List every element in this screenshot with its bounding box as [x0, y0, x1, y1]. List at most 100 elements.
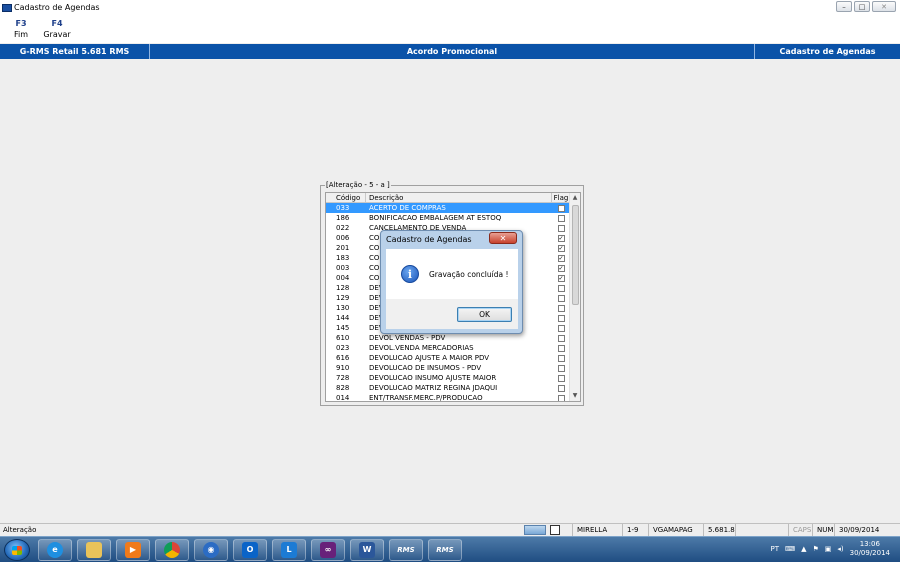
network-tray-icon[interactable]: ▣	[825, 545, 832, 553]
row-description: DEVOLUCAO MATRIZ REGINA JDAQUI	[369, 384, 498, 392]
row-flag: ✓	[552, 263, 570, 273]
status-blank	[735, 524, 788, 536]
row-flag	[552, 363, 570, 373]
table-row[interactable]: 610 DEVOL VENDAS - PDV	[326, 333, 570, 343]
flag-checkbox[interactable]	[557, 314, 565, 322]
status-icons	[524, 525, 572, 535]
taskbar-word[interactable]: W	[350, 538, 384, 561]
fim-key: F3	[15, 19, 27, 28]
table-row[interactable]: 910 DEVOLUCAO DE INSUMOS - PDV	[326, 363, 570, 373]
flag-checkbox[interactable]	[557, 394, 565, 401]
taskbar-rms-2[interactable]: RMS	[428, 538, 462, 561]
dialog-body: i Gravação concluída !	[386, 249, 518, 299]
flag-checkbox[interactable]	[557, 224, 565, 232]
minimize-button[interactable]: –	[836, 1, 852, 12]
flag-checkbox[interactable]	[557, 214, 565, 222]
flag-tray-icon[interactable]: ⚑	[812, 545, 818, 553]
scroll-down-icon[interactable]: ▼	[570, 391, 580, 401]
keyboard-tray-icon[interactable]: ⌨	[785, 545, 795, 553]
flag-checkbox[interactable]: ✓	[557, 254, 565, 262]
row-flag: ✓	[552, 253, 570, 263]
taskbar-visualstudio[interactable]: ∞	[311, 538, 345, 561]
gravar-button[interactable]: F4 Gravar	[42, 15, 72, 43]
visualstudio-icon: ∞	[320, 541, 336, 558]
flag-checkbox[interactable]	[557, 304, 565, 312]
group-legend: [Alteração - 5 - a ]	[325, 181, 391, 189]
document-icon[interactable]	[550, 525, 560, 535]
row-flag	[552, 343, 570, 353]
row-code: 201	[336, 244, 350, 252]
row-code: 004	[336, 274, 350, 282]
vertical-scrollbar[interactable]: ▲ ▼	[569, 193, 580, 401]
tray-expand-icon[interactable]: ▲	[801, 545, 806, 553]
status-program: VGAMAPAG	[648, 524, 703, 536]
scroll-thumb[interactable]	[572, 205, 579, 305]
taskbar-media[interactable]: ▶	[116, 538, 150, 561]
flag-checkbox[interactable]	[557, 384, 565, 392]
clock[interactable]: 13:06 30/09/2014	[850, 540, 890, 558]
row-code: 828	[336, 384, 350, 392]
window-title: Cadastro de Agendas	[14, 3, 100, 12]
row-flag	[552, 213, 570, 223]
flag-checkbox[interactable]	[557, 364, 565, 372]
flag-checkbox[interactable]: ✓	[557, 244, 565, 252]
flag-checkbox[interactable]	[557, 294, 565, 302]
row-code: 022	[336, 224, 350, 232]
start-button[interactable]	[4, 538, 30, 561]
info-icon: i	[401, 265, 419, 283]
restore-button[interactable]: □	[854, 1, 870, 12]
keyboard-icon[interactable]	[524, 525, 546, 535]
flag-checkbox[interactable]: ✓	[557, 264, 565, 272]
taskbar-chrome[interactable]	[155, 538, 189, 561]
rms-label-2: RMS	[436, 545, 454, 554]
taskbar-remote[interactable]: ◉	[194, 538, 228, 561]
language-indicator[interactable]: PT	[770, 545, 779, 553]
table-row[interactable]: 186 BONIFICACAO EMBALAGEM AT ESTOQ	[326, 213, 570, 223]
flag-checkbox[interactable]: ✓	[557, 274, 565, 282]
taskbar-rms-1[interactable]: RMS	[389, 538, 423, 561]
table-row[interactable]: 023 DEVOL.VENDA MERCADORIAS	[326, 343, 570, 353]
row-code: 616	[336, 354, 350, 362]
taskbar-ie[interactable]: e	[38, 538, 72, 561]
clock-date: 30/09/2014	[849, 549, 890, 557]
taskbar-lync[interactable]: L	[272, 538, 306, 561]
table-row[interactable]: 728 DEVOLUCAO INSUMO AJUSTE MAIOR	[326, 373, 570, 383]
flag-checkbox[interactable]	[557, 324, 565, 332]
dialog-close-button[interactable]: ✕	[489, 232, 517, 244]
row-code: 183	[336, 254, 350, 262]
taskbar-outlook[interactable]: O	[233, 538, 267, 561]
flag-checkbox[interactable]	[557, 374, 565, 382]
ok-button[interactable]: OK	[457, 307, 512, 322]
window-titlebar: Cadastro de Agendas – □ ✕	[0, 0, 900, 15]
row-flag	[552, 283, 570, 293]
column-header-desc[interactable]: Descrição	[366, 193, 552, 202]
dialog-footer: OK	[386, 299, 518, 329]
flag-checkbox[interactable]	[557, 204, 565, 212]
table-row[interactable]: 033 ACERTO DE COMPRAS	[326, 203, 570, 213]
row-description: ACERTO DE COMPRAS	[369, 204, 446, 212]
flag-checkbox[interactable]	[557, 354, 565, 362]
row-description: DEVOL.VENDA MERCADORIAS	[369, 344, 474, 352]
flag-checkbox[interactable]	[557, 334, 565, 342]
grid-header: Código Descrição Flag	[326, 193, 580, 203]
header-band: G-RMS Retail 5.681 RMS Acordo Promociona…	[0, 44, 900, 59]
flag-checkbox[interactable]	[557, 344, 565, 352]
volume-tray-icon[interactable]: ◂)	[837, 545, 843, 553]
flag-checkbox[interactable]: ✓	[557, 234, 565, 242]
status-range: 1-9	[622, 524, 648, 536]
row-flag	[552, 393, 570, 401]
table-row[interactable]: 014 ENT/TRANSF.MERC.P/PRODUCAO	[326, 393, 570, 401]
close-button[interactable]: ✕	[872, 1, 896, 12]
flag-checkbox[interactable]	[557, 284, 565, 292]
taskbar-explorer[interactable]	[77, 538, 111, 561]
scroll-up-icon[interactable]: ▲	[570, 193, 580, 203]
fim-button[interactable]: F3 Fim	[6, 15, 36, 43]
row-code: 003	[336, 264, 350, 272]
row-flag	[552, 323, 570, 333]
column-header-code[interactable]: Código	[326, 193, 366, 202]
table-row[interactable]: 616 DEVOLUCAO AJUSTE A MAIOR PDV	[326, 353, 570, 363]
explorer-icon	[86, 541, 102, 558]
column-header-flag[interactable]: Flag	[552, 193, 570, 202]
table-row[interactable]: 828 DEVOLUCAO MATRIZ REGINA JDAQUI	[326, 383, 570, 393]
product-name: G-RMS Retail 5.681 RMS	[0, 44, 150, 59]
